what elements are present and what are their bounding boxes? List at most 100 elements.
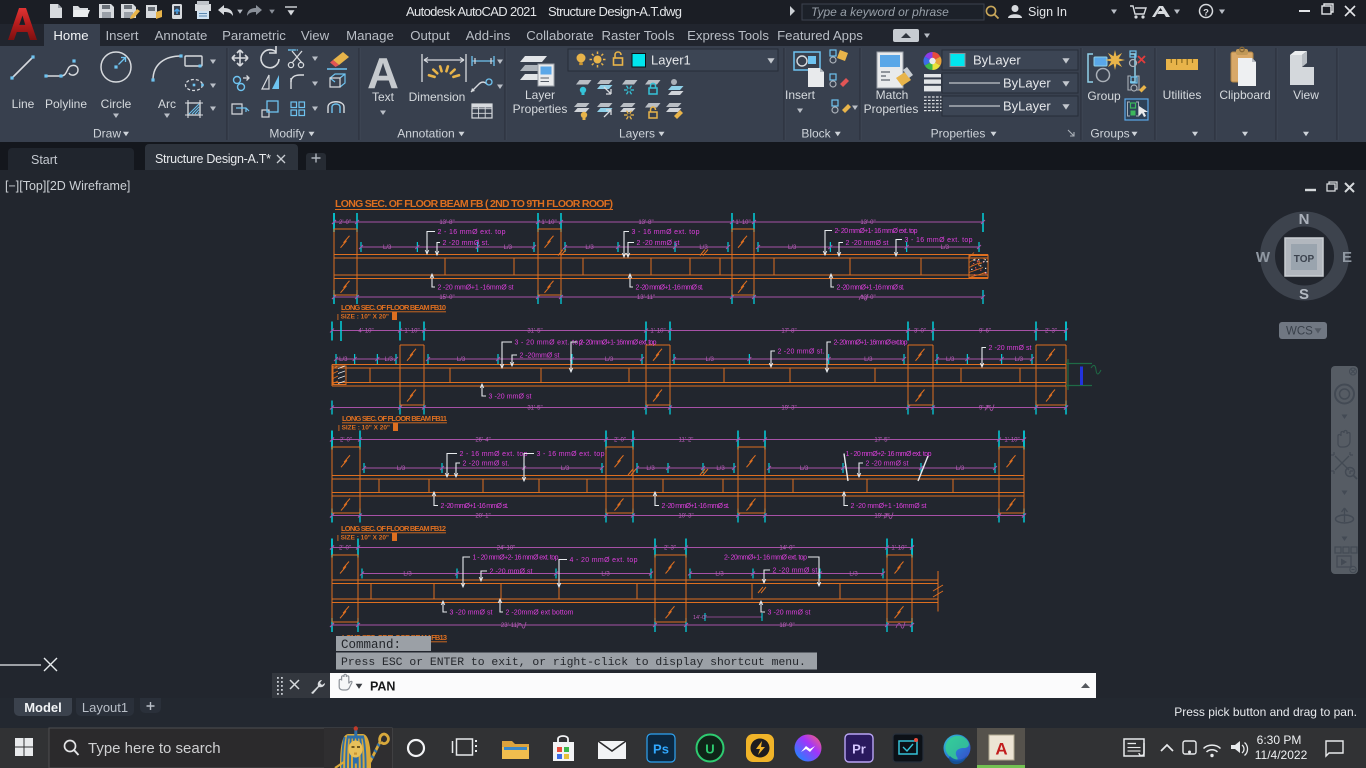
- svg-text:11'-2": 11'-2": [679, 438, 694, 444]
- svg-text:Groups: Groups: [1090, 127, 1129, 141]
- svg-text:3 - 16 mmØ ext. top: 3 - 16 mmØ ext. top: [537, 451, 605, 458]
- svg-text:1 - 20 mmØ+2- 16 mmØ ext. top: 1 - 20 mmØ+2- 16 mmØ ext. top: [846, 451, 932, 458]
- svg-text:Circle: Circle: [101, 97, 132, 111]
- svg-text:[−][Top][2D Wireframe]: [−][Top][2D Wireframe]: [5, 179, 130, 193]
- svg-text:Structure Design-A.T*: Structure Design-A.T*: [155, 152, 271, 166]
- svg-text:Layer: Layer: [525, 88, 555, 102]
- svg-text:LONG SEC. OF FLOOR BEAM FB10: LONG SEC. OF FLOOR BEAM FB10: [341, 303, 446, 312]
- svg-text:L/3: L/3: [800, 466, 809, 472]
- svg-text:26'-4": 26'-4": [475, 438, 490, 444]
- svg-text:2'-0": 2'-0": [339, 546, 351, 552]
- svg-text:Output: Output: [410, 28, 450, 43]
- svg-text:9'-6": 9'-6": [979, 329, 991, 335]
- svg-text:L/3: L/3: [646, 466, 655, 472]
- svg-text:18'-9": 18'-9": [779, 623, 794, 629]
- svg-text:WCS: WCS: [1286, 326, 1313, 338]
- svg-text:2'-0": 2'-0": [340, 438, 352, 444]
- svg-text:| SIZE : 10" X 20": | SIZE : 10" X 20": [337, 535, 389, 542]
- svg-text:Home: Home: [53, 28, 88, 43]
- svg-text:1'-10": 1'-10": [404, 329, 419, 335]
- svg-text:14'-0": 14'-0": [693, 615, 707, 621]
- svg-text:L/3: L/3: [601, 572, 610, 578]
- svg-text:2 - 16 mmØ ext. top: 2 - 16 mmØ ext. top: [438, 229, 506, 236]
- svg-text:Annotation: Annotation: [397, 127, 454, 141]
- svg-text:2'-0": 2'-0": [339, 220, 351, 226]
- svg-text:2 -20 mmØ st: 2 -20 mmØ st: [866, 461, 909, 468]
- svg-text:Properties: Properties: [931, 127, 986, 141]
- svg-text:Properties: Properties: [864, 102, 919, 116]
- svg-text:Properties: Properties: [513, 102, 568, 116]
- svg-text:13'-8": 13'-8": [638, 220, 653, 226]
- svg-text:2 -20 mmØ st.: 2 -20 mmØ st.: [778, 349, 825, 356]
- svg-text:S: S: [1299, 286, 1309, 303]
- svg-text:L/3: L/3: [504, 245, 513, 251]
- svg-text:L/3: L/3: [457, 357, 466, 363]
- svg-text:LONG SEC. OF FLOOR BEAM FB11: LONG SEC. OF FLOOR BEAM FB11: [342, 414, 447, 423]
- svg-text:2 -20 mmØ st: 2 -20 mmØ st: [989, 345, 1032, 352]
- svg-text:View: View: [301, 28, 330, 43]
- svg-text:L/3: L/3: [403, 572, 412, 578]
- svg-text:3 - 20 mmØ ext. top: 3 - 20 mmØ ext. top: [515, 340, 583, 347]
- svg-text:2'-0": 2'-0": [614, 438, 626, 444]
- svg-text:Dimension: Dimension: [409, 90, 466, 104]
- svg-text:Sign In: Sign In: [1028, 5, 1067, 19]
- svg-text:ByLayer: ByLayer: [1003, 99, 1051, 114]
- svg-text:2 -20 mmØ st.: 2 -20 mmØ st.: [463, 461, 510, 468]
- svg-text:3 - 16 mmØ ext. top: 3 - 16 mmØ ext. top: [632, 229, 700, 236]
- svg-text:Express Tools: Express Tools: [687, 28, 769, 43]
- svg-text:2 -20 mmØ st: 2 -20 mmØ st: [637, 240, 680, 247]
- svg-text:13'-8": 13'-8": [439, 220, 454, 226]
- svg-text:4 - 20 mmØ ext. top: 4 - 20 mmØ ext. top: [570, 557, 638, 564]
- svg-text:| SIZE : 10" X 20": | SIZE : 10" X 20": [338, 425, 390, 432]
- svg-text:2 -20mmØ st: 2 -20mmØ st: [520, 353, 560, 360]
- svg-text:L/3: L/3: [788, 245, 797, 251]
- svg-text:Raster Tools: Raster Tools: [601, 28, 674, 43]
- svg-text:Layers: Layers: [619, 127, 655, 141]
- svg-text:17'-8": 17'-8": [781, 329, 796, 335]
- svg-text:U: U: [705, 742, 714, 757]
- svg-text:2 -20 mmØ+1 -16 mmØ st.: 2 -20 mmØ+1 -16 mmØ st.: [441, 503, 509, 510]
- svg-text:Utilities: Utilities: [1163, 88, 1202, 102]
- svg-text:Structure Design-A.T.dwg: Structure Design-A.T.dwg: [548, 4, 682, 19]
- svg-text:19'-3": 19'-3": [781, 406, 796, 412]
- svg-text:Command:: Command:: [341, 638, 401, 652]
- svg-text:L/3: L/3: [383, 245, 392, 251]
- svg-text:Modify: Modify: [269, 127, 304, 141]
- svg-text:23'-11": 23'-11": [501, 623, 519, 629]
- svg-text:LONG SEC. OF FLOOR BEAM FB12: LONG SEC. OF FLOOR BEAM FB12: [341, 524, 446, 533]
- svg-text:E: E: [1342, 249, 1352, 266]
- svg-text:3 -20 mmØ st: 3 -20 mmØ st: [489, 394, 532, 401]
- svg-text:PAN: PAN: [370, 680, 395, 694]
- svg-text:Model: Model: [24, 700, 62, 715]
- svg-text:6:30 PM: 6:30 PM: [1257, 733, 1302, 747]
- svg-text:2 - 16 mmØ ext. top: 2 - 16 mmØ ext. top: [460, 451, 528, 458]
- svg-text:31'-5": 31'-5": [527, 406, 542, 412]
- svg-text:4'-10": 4'-10": [358, 329, 373, 335]
- svg-text:Type here to search: Type here to search: [88, 740, 221, 757]
- svg-text:2 -20 mmØ+1 -16mmØ st: 2 -20 mmØ+1 -16mmØ st: [438, 285, 514, 292]
- svg-text:1'-10": 1'-10": [735, 220, 750, 226]
- svg-text:2 -20 mmØ st: 2 -20 mmØ st: [846, 240, 889, 247]
- svg-text:Layout1: Layout1: [82, 700, 128, 715]
- svg-text:2 -20 mmØ st.: 2 -20 mmØ st.: [443, 240, 490, 247]
- svg-text:2- 20mmØ+1- 16 mmØ ext. top: 2- 20mmØ+1- 16 mmØ ext. top: [724, 555, 807, 562]
- svg-text:2 -20 mmØ st: 2 -20 mmØ st: [490, 569, 533, 576]
- svg-text:2 -20 mmØ+1 -16 mmØ st.: 2 -20 mmØ+1 -16 mmØ st.: [636, 285, 704, 292]
- svg-text:14'-0": 14'-0": [779, 546, 794, 552]
- svg-text:Type a keyword or phrase: Type a keyword or phrase: [811, 5, 949, 19]
- svg-text:2 -20 mmØ+1 -16 mmØ st.: 2 -20 mmØ+1 -16 mmØ st.: [837, 285, 905, 292]
- svg-text:1'-10": 1'-10": [650, 329, 665, 335]
- svg-text:Group: Group: [1087, 89, 1121, 103]
- svg-text:3'-0": 3'-0": [914, 329, 926, 335]
- svg-text:Clipboard: Clipboard: [1219, 88, 1270, 102]
- svg-text:2'-3": 2'-3": [664, 546, 676, 552]
- svg-text:2- 20mmØ+1- 16mmØ ext. top: 2- 20mmØ+1- 16mmØ ext. top: [580, 340, 657, 347]
- svg-text:L/3: L/3: [585, 245, 594, 251]
- svg-text:L/3: L/3: [956, 466, 965, 472]
- svg-text:2 -20 mmØ+1 -16 mmØ st.: 2 -20 mmØ+1 -16 mmØ st.: [662, 503, 730, 510]
- svg-text:17'-5": 17'-5": [874, 438, 889, 444]
- svg-text:15'-0": 15'-0": [439, 295, 454, 301]
- svg-text:Pr: Pr: [852, 742, 866, 757]
- svg-text:L/3: L/3: [605, 357, 614, 363]
- svg-text:A: A: [995, 740, 1007, 759]
